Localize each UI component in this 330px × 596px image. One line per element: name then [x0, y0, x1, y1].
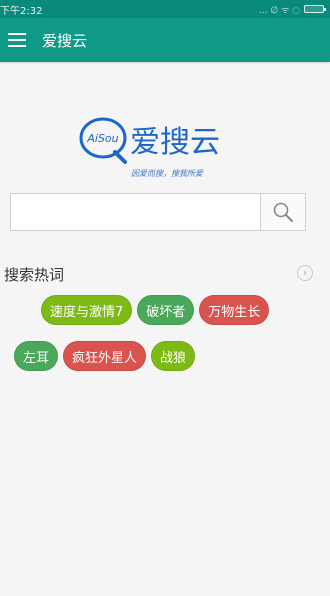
logo-graphic: AiSou 爱搜云	[79, 117, 220, 164]
app-title: 爱搜云	[42, 31, 88, 50]
hot-tag[interactable]: 疯狂外星人	[63, 341, 147, 371]
hot-tag[interactable]: 破坏者	[137, 295, 195, 325]
hot-tag[interactable]: 左耳	[14, 341, 59, 371]
status-icons: ... ∅ ᯤ ◌	[258, 3, 326, 16]
status-time: 下午2:32	[0, 5, 43, 17]
search-box	[10, 193, 306, 231]
hot-search-title: 搜索热词	[4, 266, 65, 284]
search-input[interactable]	[11, 194, 260, 230]
tag-row-1: 速度与激情7 破坏者 万物生长	[41, 295, 270, 325]
hot-tag[interactable]: 速度与激情7	[41, 295, 133, 325]
logo-circle-text: AiSou	[86, 132, 118, 145]
logo-tagline: 因爱而搜，搜我所爱	[131, 169, 203, 178]
status-bar: 下午2:32 ... ∅ ᯤ ◌	[0, 0, 330, 18]
tag-row-2: 左耳 疯狂外星人 战狼	[14, 341, 196, 371]
search-button[interactable]	[260, 194, 305, 230]
hot-tag[interactable]: 万物生长	[199, 295, 270, 325]
logo-brand-text: 爱搜云	[130, 125, 220, 160]
more-arrow-icon[interactable]: ›	[297, 265, 313, 281]
hot-tag[interactable]: 战狼	[151, 341, 196, 371]
search-icon	[273, 202, 293, 222]
menu-icon[interactable]	[8, 33, 26, 47]
signal-icons: ... ∅ ᯤ ◌	[258, 5, 300, 16]
logo: AiSou 爱搜云 因爱而搜，搜我所爱	[75, 110, 255, 182]
battery-icon	[304, 5, 326, 13]
app-bar: 爱搜云	[0, 18, 330, 62]
